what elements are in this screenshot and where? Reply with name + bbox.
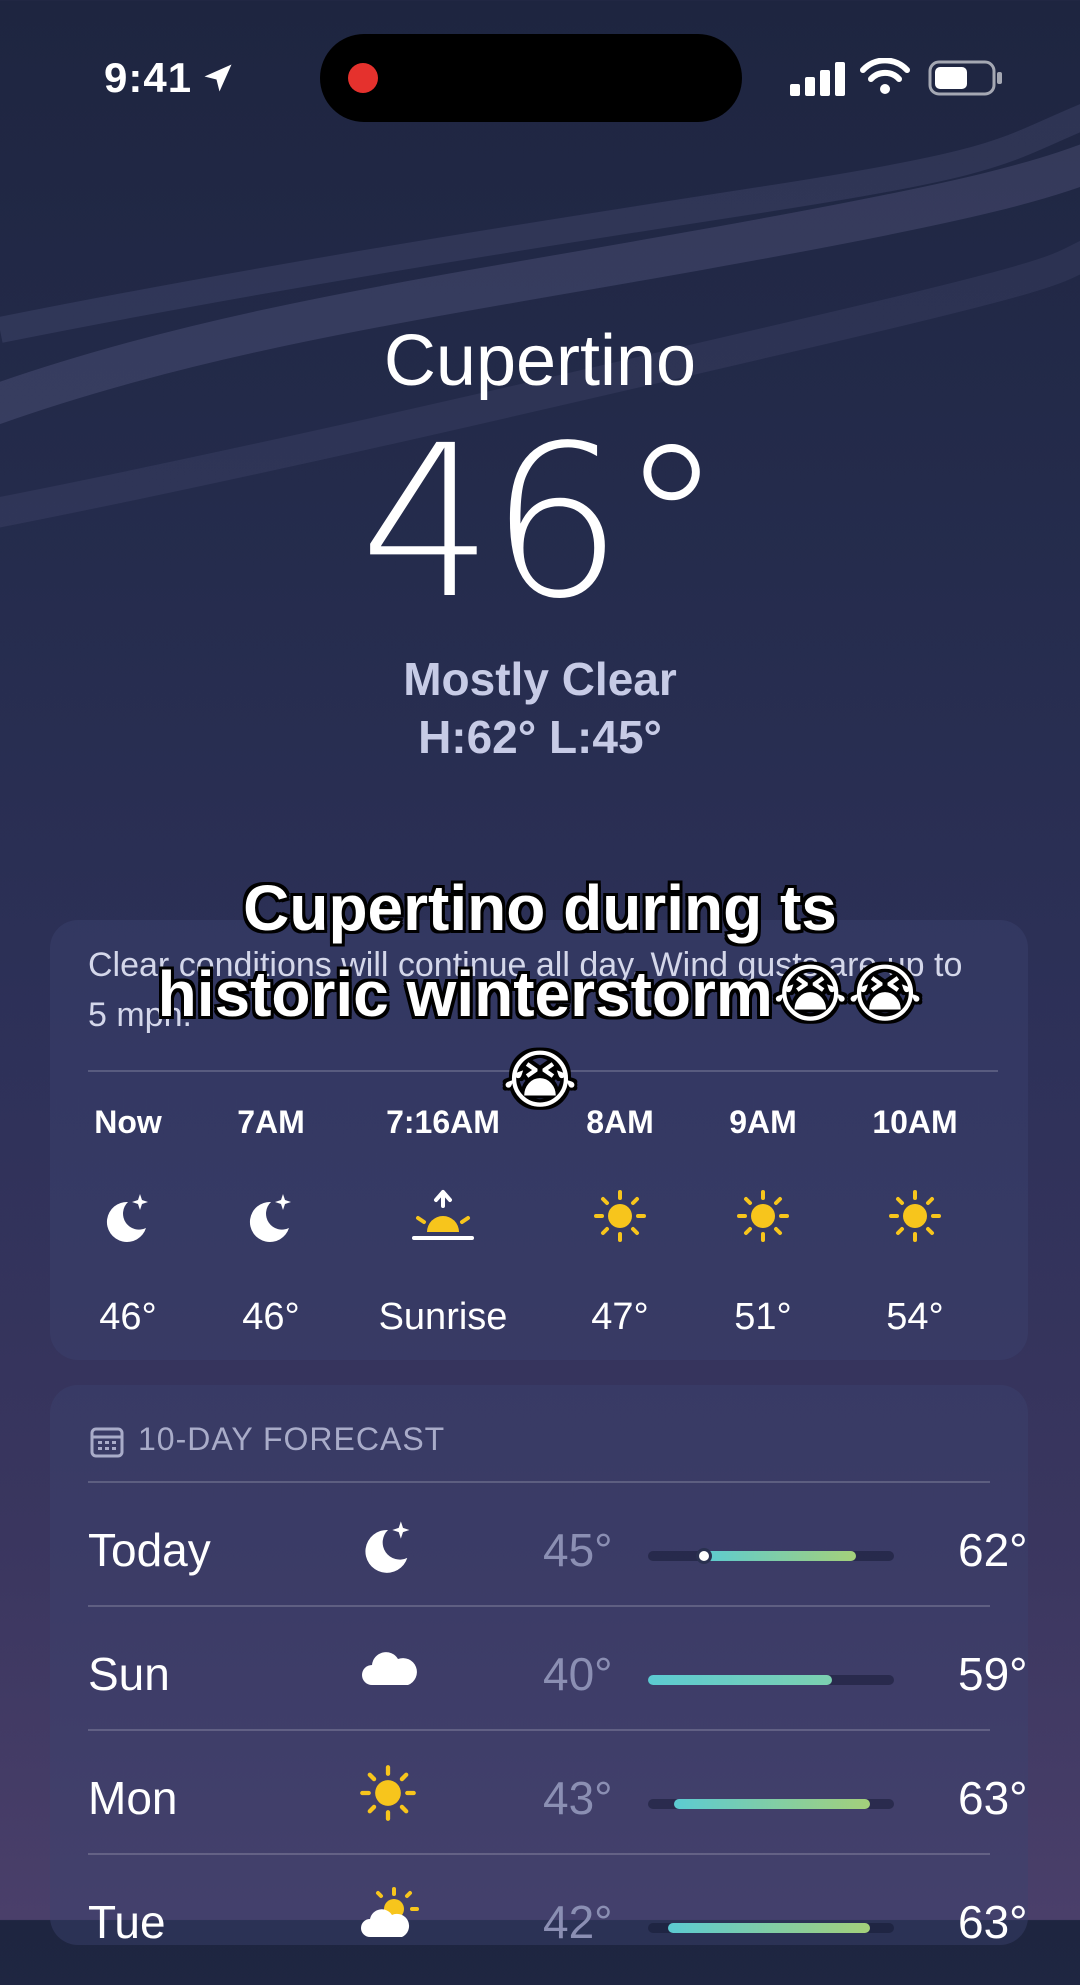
sun-icon bbox=[594, 1190, 646, 1242]
forecast-day: Mon bbox=[88, 1772, 178, 1824]
forecast-row[interactable]: Tue 42° 63° bbox=[88, 1865, 1028, 1985]
moon-stars-icon bbox=[106, 1194, 148, 1242]
forecast-day: Sun bbox=[88, 1648, 170, 1700]
temperature-range-bar bbox=[648, 1675, 894, 1685]
hour-temperature: 47° bbox=[591, 1296, 649, 1338]
moon-stars-icon bbox=[365, 1521, 410, 1573]
current-temperature-marker bbox=[696, 1548, 712, 1564]
current-temperature: 46° bbox=[359, 400, 724, 645]
temperature-range-bar bbox=[648, 1923, 894, 1933]
current-condition: Mostly Clear bbox=[403, 653, 677, 705]
sunrise-icon bbox=[412, 1190, 474, 1240]
caption-line-3: 😭 bbox=[502, 1044, 578, 1116]
temperature-range-fill bbox=[674, 1799, 870, 1809]
caption-line-2: historic winterstorm😭😭 bbox=[157, 958, 923, 1030]
forecast-low: 40° bbox=[543, 1648, 613, 1700]
high-low-temperature: H:62° L:45° bbox=[418, 711, 662, 763]
moon-stars-icon bbox=[249, 1194, 291, 1242]
hour-temperature: 46° bbox=[242, 1296, 300, 1338]
hour-temperature: Sunrise bbox=[378, 1296, 508, 1338]
partly-sunny-icon bbox=[361, 1887, 419, 1937]
location-arrow-icon bbox=[204, 64, 232, 92]
divider bbox=[88, 1729, 990, 1731]
forecast-high: 63° bbox=[958, 1772, 1028, 1824]
forecast-header: 10-DAY FORECAST bbox=[90, 1421, 445, 1458]
status-bar: 9:41 bbox=[0, 0, 1080, 160]
wifi-icon bbox=[860, 58, 910, 94]
status-time: 9:41 bbox=[104, 54, 193, 101]
hour-temperature: 46° bbox=[99, 1296, 157, 1338]
forecast-header-label: 10-DAY FORECAST bbox=[138, 1421, 446, 1457]
forecast-row[interactable]: Today 45° 62° bbox=[88, 1493, 1028, 1613]
calendar-icon bbox=[90, 1427, 124, 1458]
ten-day-forecast-card[interactable]: 10-DAY FORECAST Today 45° 62° Sun 40° 59… bbox=[50, 1385, 1028, 1948]
forecast-day: Tue bbox=[88, 1896, 166, 1948]
temperature-range-fill bbox=[702, 1551, 856, 1561]
forecast-low: 45° bbox=[543, 1524, 613, 1576]
sun-icon bbox=[737, 1190, 789, 1242]
forecast-high: 59° bbox=[958, 1648, 1028, 1700]
forecast-row[interactable]: Sun 40° 59° bbox=[88, 1617, 1028, 1737]
hour-temperature: 54° bbox=[886, 1296, 944, 1338]
recording-indicator-icon bbox=[348, 63, 378, 93]
caption-line-1: Cupertino during ts bbox=[243, 872, 837, 944]
temperature-range-bar bbox=[648, 1548, 894, 1564]
forecast-low: 43° bbox=[543, 1772, 613, 1824]
temperature-range-bar bbox=[648, 1799, 894, 1809]
divider bbox=[88, 1481, 990, 1483]
forecast-low: 42° bbox=[543, 1896, 613, 1948]
divider bbox=[88, 1605, 990, 1607]
hour-temperature: 51° bbox=[734, 1296, 792, 1338]
divider bbox=[88, 1853, 990, 1855]
forecast-row[interactable]: Mon 43° 63° bbox=[88, 1741, 1028, 1861]
dynamic-island bbox=[320, 34, 742, 122]
forecast-day: Today bbox=[88, 1524, 211, 1576]
sun-icon bbox=[889, 1190, 941, 1242]
sun-icon bbox=[360, 1765, 416, 1821]
forecast-high: 62° bbox=[958, 1524, 1028, 1576]
forecast-high: 63° bbox=[958, 1896, 1028, 1948]
cloud-icon bbox=[362, 1652, 417, 1685]
battery-icon bbox=[928, 60, 1002, 96]
cellular-signal-icon bbox=[790, 62, 845, 96]
city-name: Cupertino bbox=[383, 321, 697, 401]
temperature-range-fill bbox=[668, 1923, 870, 1933]
temperature-range-fill bbox=[648, 1675, 832, 1685]
